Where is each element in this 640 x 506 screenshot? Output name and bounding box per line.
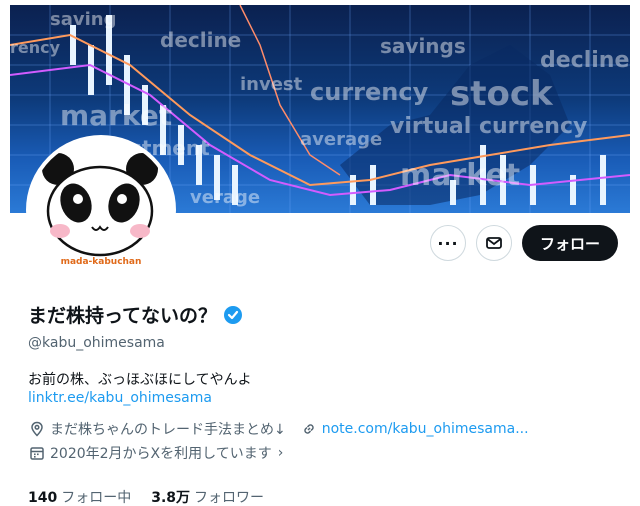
profile-website-link[interactable]: note.com/kabu_ohimesama... — [322, 421, 529, 437]
banner-word: rency — [10, 38, 61, 57]
follow-button[interactable]: フォロー — [521, 225, 618, 261]
banner-word: currency — [310, 78, 429, 106]
profile-frame: saving decline savings decline stock cur… — [10, 5, 630, 506]
following-count: 140 — [28, 490, 58, 506]
display-name: まだ株持ってないの？ — [28, 305, 218, 327]
follow-stats: 140 フォロー中 3.8万 フォロワー — [28, 487, 264, 506]
banner-word: decline — [160, 28, 241, 52]
profile-bio: お前の株、ぶっほぶほにしてやんよ — [28, 372, 252, 388]
banner-word: average — [300, 129, 382, 150]
banner-word: stock — [450, 74, 554, 114]
more-button[interactable]: ··· — [429, 225, 466, 261]
followers-count: 3.8万 — [151, 490, 191, 506]
banner-word: virtual currency — [390, 114, 587, 139]
profile-joined: 2020年2月からXを利用しています — [50, 446, 272, 462]
followers-label: フォロワー — [194, 490, 265, 506]
profile-avatar[interactable]: mada-kabuchan — [26, 135, 176, 285]
envelope-icon — [486, 237, 502, 249]
chevron-right-icon: › — [277, 445, 284, 461]
verified-badge-icon[interactable] — [223, 305, 243, 325]
name-row: まだ株持ってないの？ — [28, 301, 243, 328]
more-dots-icon: ··· — [437, 233, 459, 253]
banner-word: invest — [240, 74, 303, 95]
followers-stat[interactable]: 3.8万 フォロワー — [151, 487, 264, 506]
banner-word: decline — [540, 48, 629, 73]
profile-actions: ··· フォロー — [429, 225, 618, 261]
message-button[interactable] — [475, 225, 512, 261]
profile-joined-row[interactable]: 2020年2月からXを利用しています › — [28, 443, 283, 463]
profile-category: まだ株ちゃんのトレード手法まとめ↓ — [50, 422, 286, 438]
banner-word: market — [400, 158, 520, 193]
banner-word: saving — [50, 9, 116, 30]
calendar-icon — [28, 444, 46, 462]
bio-link[interactable]: linktr.ee/kabu_ohimesama — [28, 390, 212, 406]
following-label: フォロー中 — [61, 490, 132, 506]
link-icon — [300, 420, 318, 438]
banner-word: market — [60, 99, 172, 132]
following-stat[interactable]: 140 フォロー中 — [28, 487, 131, 506]
profile-meta-row: まだ株ちゃんのトレード手法まとめ↓ note.com/kabu_ohimesam… — [28, 419, 529, 439]
banner-word: verage — [190, 187, 260, 208]
profile-handle: @kabu_ohimesama — [28, 335, 165, 351]
location-pin-icon — [28, 420, 46, 438]
avatar-caption: mada-kabuchan — [60, 257, 142, 267]
banner-word: savings — [380, 34, 466, 58]
